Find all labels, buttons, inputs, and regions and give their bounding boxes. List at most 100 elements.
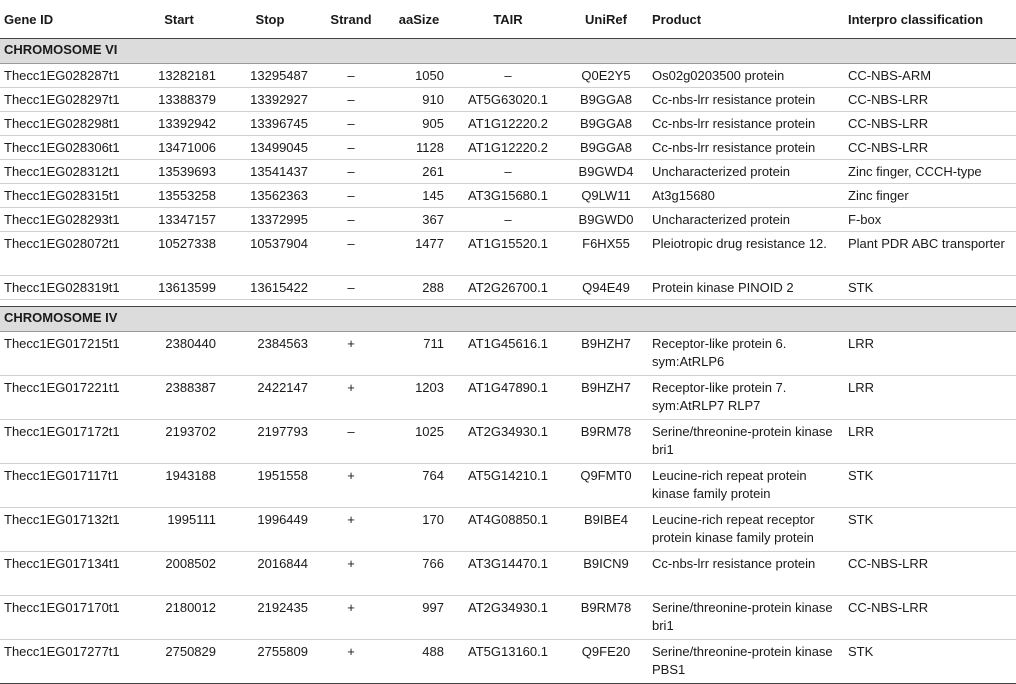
cell-start: 13613599 xyxy=(134,275,224,300)
cell-tair: AT2G26700.1 xyxy=(452,275,564,300)
cell-product: Pleiotropic drug resistance 12. xyxy=(648,231,844,276)
cell-start: 1943188 xyxy=(134,463,224,508)
header-aasize: aaSize xyxy=(386,0,452,39)
cell-strand: – xyxy=(316,135,386,160)
cell-stop: 1951558 xyxy=(224,463,316,508)
cell-tair: AT5G14210.1 xyxy=(452,463,564,508)
cell-tair: AT1G12220.2 xyxy=(452,135,564,160)
spacer-cell xyxy=(0,300,1016,307)
cell-tair: AT1G45616.1 xyxy=(452,331,564,376)
cell-tair: AT1G15520.1 xyxy=(452,231,564,276)
section-title: CHROMOSOME VI xyxy=(0,38,1016,64)
cell-aasize: 711 xyxy=(386,331,452,376)
cell-tair: AT2G34930.1 xyxy=(452,595,564,640)
cell-start: 2008502 xyxy=(134,551,224,596)
table-row: Thecc1EG017277t1 2750829 2755809 +488 AT5G13… xyxy=(0,639,1016,684)
table-row: Thecc1EG017172t1 2193702 2197793–1025 AT2G3… xyxy=(0,419,1016,464)
cell-strand: + xyxy=(316,331,386,376)
cell-interpro: Plant PDR ABC transporter xyxy=(844,231,1016,276)
table-row: Thecc1EG028306t1 13471006 13499045–1128 AT1… xyxy=(0,135,1016,160)
cell-stop: 13392927 xyxy=(224,87,316,112)
cell-interpro: LRR xyxy=(844,375,1016,420)
cell-uniref: B9GGA8 xyxy=(564,111,648,136)
cell-product: Uncharacterized protein xyxy=(648,207,844,232)
cell-stop: 13541437 xyxy=(224,159,316,184)
cell-start: 2388387 xyxy=(134,375,224,420)
cell-gene-id: Thecc1EG017132t1 xyxy=(0,507,134,552)
cell-start: 13347157 xyxy=(134,207,224,232)
cell-start: 10527338 xyxy=(134,231,224,276)
cell-strand: + xyxy=(316,595,386,640)
cell-aasize: 145 xyxy=(386,183,452,208)
cell-gene-id: Thecc1EG017170t1 xyxy=(0,595,134,640)
cell-gene-id: Thecc1EG028293t1 xyxy=(0,207,134,232)
cell-aasize: 488 xyxy=(386,639,452,684)
cell-stop: 2192435 xyxy=(224,595,316,640)
cell-stop: 2422147 xyxy=(224,375,316,420)
cell-uniref: B9GWD0 xyxy=(564,207,648,232)
cell-tair: – xyxy=(452,63,564,88)
header-gene-id: Gene ID xyxy=(0,0,134,39)
cell-tair: AT3G15680.1 xyxy=(452,183,564,208)
cell-uniref: B9RM78 xyxy=(564,595,648,640)
cell-aasize: 997 xyxy=(386,595,452,640)
cell-gene-id: Thecc1EG028306t1 xyxy=(0,135,134,160)
cell-interpro: LRR xyxy=(844,419,1016,464)
cell-aasize: 1477 xyxy=(386,231,452,276)
header-start: Start xyxy=(134,0,224,39)
cell-strand: + xyxy=(316,551,386,596)
cell-product: Serine/threonine-protein kinase bri1 xyxy=(648,419,844,464)
cell-start: 13282181 xyxy=(134,63,224,88)
table-row: Thecc1EG017215t1 2380440 2384563 +711 AT1G45… xyxy=(0,331,1016,376)
cell-interpro: Zinc finger xyxy=(844,183,1016,208)
cell-uniref: B9HZH7 xyxy=(564,331,648,376)
cell-product: Uncharacterized protein xyxy=(648,159,844,184)
cell-strand: – xyxy=(316,87,386,112)
cell-gene-id: Thecc1EG028315t1 xyxy=(0,183,134,208)
cell-interpro: STK xyxy=(844,463,1016,508)
header-stop: Stop xyxy=(224,0,316,39)
cell-start: 13553258 xyxy=(134,183,224,208)
cell-stop: 2384563 xyxy=(224,331,316,376)
cell-strand: – xyxy=(316,275,386,300)
cell-stop: 2016844 xyxy=(224,551,316,596)
table-row: Thecc1EG028319t1 13613599 13615422–288 AT2G… xyxy=(0,275,1016,300)
cell-tair: AT3G14470.1 xyxy=(452,551,564,596)
gene-table: Gene ID Start Stop Strand aaSize TAIR Un… xyxy=(0,0,1016,684)
cell-strand: – xyxy=(316,207,386,232)
cell-gene-id: Thecc1EG028072t1 xyxy=(0,231,134,276)
cell-product: Receptor-like protein 6. sym:AtRLP6 xyxy=(648,331,844,376)
cell-tair: AT1G12220.2 xyxy=(452,111,564,136)
cell-stop: 1996449 xyxy=(224,507,316,552)
cell-strand: – xyxy=(316,183,386,208)
table-row: Thecc1EG017170t1 2180012 2192435 +997 AT2G34… xyxy=(0,595,1016,640)
header-row: Gene ID Start Stop Strand aaSize TAIR Un… xyxy=(0,0,1016,39)
section-title: CHROMOSOME IV xyxy=(0,306,1016,332)
cell-product: Protein kinase PINOID 2 xyxy=(648,275,844,300)
cell-product: Cc-nbs-lrr resistance protein xyxy=(648,551,844,596)
cell-aasize: 288 xyxy=(386,275,452,300)
cell-start: 2193702 xyxy=(134,419,224,464)
cell-stop: 13295487 xyxy=(224,63,316,88)
cell-interpro: STK xyxy=(844,639,1016,684)
cell-interpro: LRR xyxy=(844,331,1016,376)
cell-stop: 10537904 xyxy=(224,231,316,276)
cell-uniref: B9GWD4 xyxy=(564,159,648,184)
cell-start: 13539693 xyxy=(134,159,224,184)
cell-uniref: B9ICN9 xyxy=(564,551,648,596)
cell-interpro: CC-NBS-LRR xyxy=(844,595,1016,640)
cell-tair: – xyxy=(452,207,564,232)
cell-uniref: B9IBE4 xyxy=(564,507,648,552)
cell-uniref: Q9FMT0 xyxy=(564,463,648,508)
cell-interpro: STK xyxy=(844,507,1016,552)
cell-aasize: 1203 xyxy=(386,375,452,420)
cell-start: 2380440 xyxy=(134,331,224,376)
cell-start: 2180012 xyxy=(134,595,224,640)
cell-tair: AT5G13160.1 xyxy=(452,639,564,684)
cell-product: Cc-nbs-lrr resistance protein xyxy=(648,111,844,136)
cell-uniref: Q0E2Y5 xyxy=(564,63,648,88)
cell-gene-id: Thecc1EG028312t1 xyxy=(0,159,134,184)
cell-product: Leucine-rich repeat receptor protein kin… xyxy=(648,507,844,552)
cell-product: Leucine-rich repeat protein kinase famil… xyxy=(648,463,844,508)
cell-start: 13392942 xyxy=(134,111,224,136)
